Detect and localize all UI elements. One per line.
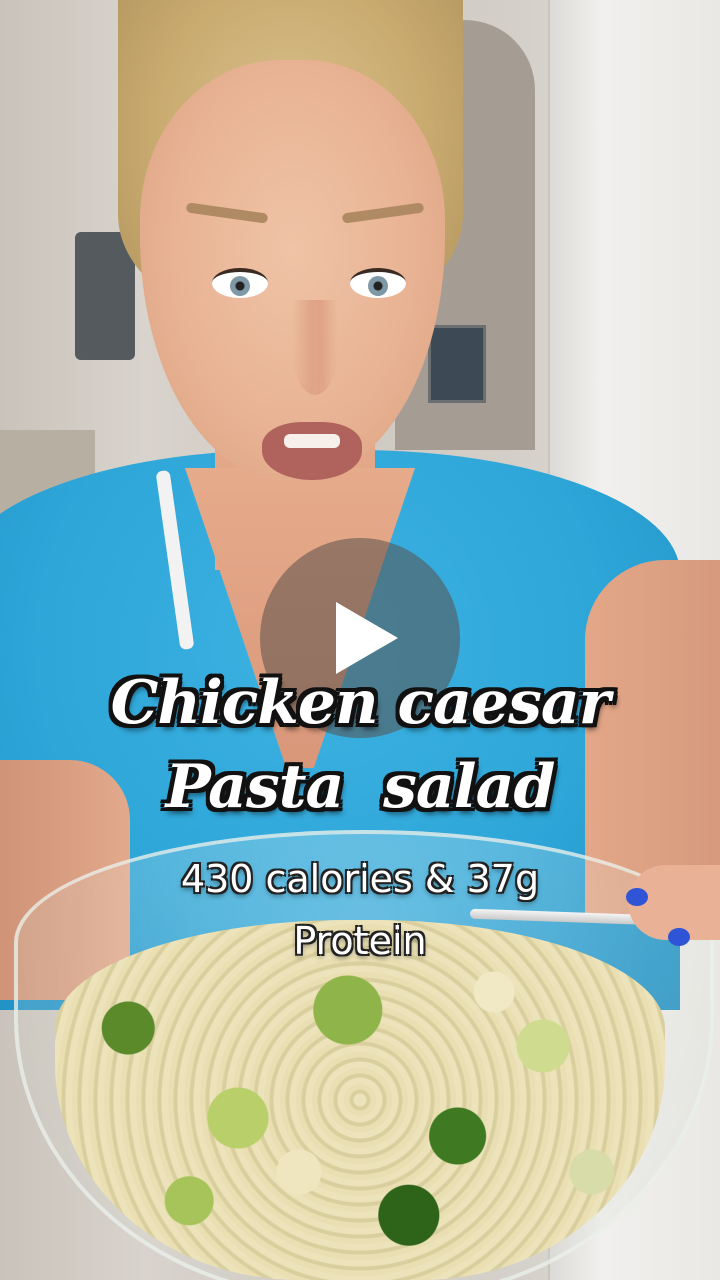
person-eye-left bbox=[212, 268, 268, 298]
person-eye-right bbox=[350, 268, 406, 298]
pasta-salad bbox=[55, 920, 665, 1280]
overlay-title-line-2: Pasta salad bbox=[165, 752, 556, 822]
person-mouth bbox=[262, 422, 362, 480]
play-icon bbox=[336, 602, 398, 674]
background-picture-frame bbox=[428, 325, 486, 403]
overlay-title-line-1: Chicken caesar bbox=[110, 668, 611, 738]
overlay-caption-line-2: Protein bbox=[293, 919, 427, 963]
overlay-caption-line-1: 430 calories & 37g bbox=[180, 857, 540, 901]
person-nose bbox=[292, 300, 338, 395]
video-frame[interactable]: Chicken caesar Pasta salad 430 calories … bbox=[0, 0, 720, 1280]
